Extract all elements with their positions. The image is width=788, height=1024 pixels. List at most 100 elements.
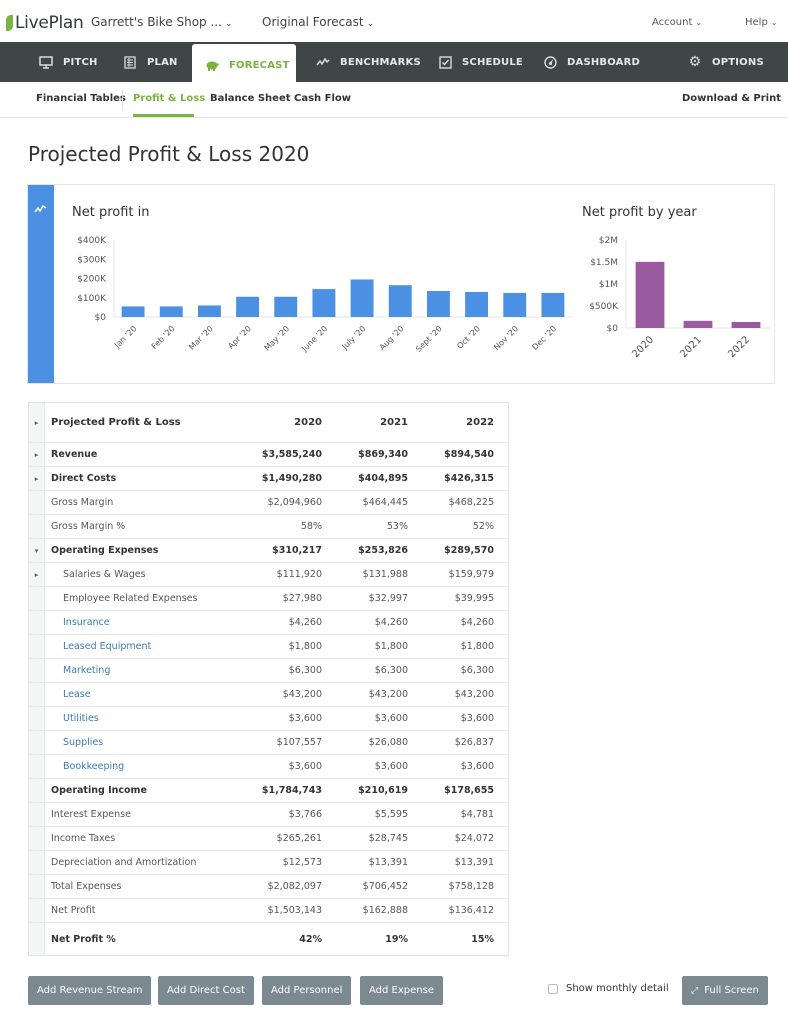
subnav-balance-sheet[interactable]: Balance Sheet <box>210 93 291 104</box>
table-row[interactable]: ▾ Operating Expenses $310,217 $253,826 $289,… <box>29 539 508 563</box>
table-row[interactable]: Insurance $4,260 $4,260 $4,260 <box>29 611 508 635</box>
business-selector[interactable]: Garrett's Bike Shop ... ⌄ <box>91 15 232 29</box>
help-menu[interactable]: Help ⌄ <box>745 17 778 28</box>
row-label: Net Profit % <box>51 933 116 945</box>
bar[interactable] <box>503 292 527 317</box>
row-gutter <box>29 515 45 538</box>
add-personnel-button[interactable]: Add Personnel <box>262 976 352 1005</box>
row-label[interactable]: Utilities <box>45 713 236 724</box>
bar[interactable] <box>731 321 761 328</box>
add-revenue-stream-button[interactable]: Add Revenue Stream <box>28 976 152 1005</box>
profit-loss-table: ▸ Projected Profit & Loss 2020 2021 2022… <box>28 402 509 956</box>
row-value-2022: $468,225 <box>448 497 494 508</box>
bar[interactable] <box>274 296 298 317</box>
expand-arrows-icon: ⤢ <box>691 985 699 996</box>
row-value-2020: $4,260 <box>288 617 322 628</box>
table-row[interactable]: Leased Equipment $1,800 $1,800 $1,800 <box>29 635 508 659</box>
row-value-2021: $4,260 <box>374 617 408 628</box>
row-value-2022: $24,072 <box>454 833 494 844</box>
row-label[interactable]: Insurance <box>45 617 236 628</box>
subnav-cash-flow[interactable]: Cash Flow <box>294 93 351 104</box>
row-value-2021: $13,391 <box>368 857 408 868</box>
table-row[interactable]: ▸ Revenue $3,585,240 $869,340 $894,540 <box>29 443 508 467</box>
table-row[interactable]: Lease $43,200 $43,200 $43,200 <box>29 683 508 707</box>
table-row[interactable]: Marketing $6,300 $6,300 $6,300 <box>29 659 508 683</box>
tab-pitch-label: PITCH <box>63 56 98 68</box>
row-value-2020: $1,503,143 <box>267 905 322 916</box>
bar[interactable] <box>465 291 489 317</box>
bar[interactable] <box>350 279 374 317</box>
table-row[interactable]: Utilities $3,600 $3,600 $3,600 <box>29 707 508 731</box>
bar[interactable] <box>197 305 221 317</box>
row-label[interactable]: Bookkeeping <box>45 761 236 772</box>
liveplan-logo[interactable]: LivePlan <box>6 13 84 33</box>
bar[interactable] <box>121 306 145 317</box>
trend-line-icon <box>34 203 47 216</box>
subnav-financial-tables[interactable]: Financial Tables <box>36 93 126 104</box>
row-value-2022: 52% <box>472 521 494 532</box>
full-screen-button[interactable]: ⤢ Full Screen <box>682 976 768 1005</box>
show-monthly-label: Show monthly detail <box>566 983 669 994</box>
bar[interactable] <box>635 261 665 328</box>
row-gutter <box>29 635 45 658</box>
download-print-link[interactable]: Download & Print <box>682 93 781 104</box>
tab-plan-label: PLAN <box>147 56 178 68</box>
expand-arrow-icon[interactable]: ▸ <box>29 403 45 442</box>
add-direct-cost-button[interactable]: Add Direct Cost <box>158 976 254 1005</box>
table-row[interactable]: Bookkeeping $3,600 $3,600 $3,600 <box>29 755 508 779</box>
x-tick-label: Nov '20 <box>492 324 520 352</box>
row-value-2022: $159,979 <box>448 569 494 580</box>
expand-arrow-icon[interactable]: ▸ <box>29 563 45 586</box>
bar[interactable] <box>159 306 183 317</box>
expand-arrow-icon[interactable]: ▸ <box>29 467 45 490</box>
table-row[interactable]: ▸ Direct Costs $1,490,280 $404,895 $426,315 <box>29 467 508 491</box>
main-nav: PITCH PLAN FORECAST BENCHMARKS SCHEDULE … <box>0 42 788 86</box>
subnav-profit-loss[interactable]: Profit & Loss <box>133 93 205 104</box>
row-label: Salaries & Wages <box>63 569 146 580</box>
table-row[interactable]: ▸ Salaries & Wages $111,920 $131,988 $159,97… <box>29 563 508 587</box>
forecast-selector[interactable]: Original Forecast ⌄ <box>262 15 374 29</box>
tab-dashboard[interactable]: DASHBOARD <box>542 42 640 82</box>
bar[interactable] <box>683 320 713 328</box>
row-label[interactable]: Marketing <box>45 665 236 676</box>
tab-benchmarks[interactable]: BENCHMARKS <box>315 42 421 82</box>
row-value-2022: $4,781 <box>460 809 494 820</box>
tab-options[interactable]: ⚙ OPTIONS <box>687 42 764 82</box>
tab-plan[interactable]: PLAN <box>122 42 178 82</box>
tab-forecast[interactable]: FORECAST <box>192 44 296 86</box>
row-label[interactable]: Leased Equipment <box>45 641 236 652</box>
row-gutter <box>29 491 45 514</box>
row-value-2021: $162,888 <box>362 905 408 916</box>
account-menu[interactable]: Account ⌄ <box>652 17 702 28</box>
y-tick-label: $400K <box>77 236 107 246</box>
add-expense-button[interactable]: Add Expense <box>360 976 443 1005</box>
row-label[interactable]: Lease <box>45 689 236 700</box>
row-gutter <box>29 803 45 826</box>
sub-nav: Financial Tables Profit & Loss Balance S… <box>0 82 788 118</box>
table-row[interactable]: Supplies $107,557 $26,080 $26,837 <box>29 731 508 755</box>
row-value-2022: $26,837 <box>454 737 494 748</box>
document-icon <box>122 55 138 69</box>
row-gutter <box>29 683 45 706</box>
show-monthly-detail-toggle[interactable]: Show monthly detail <box>548 983 669 994</box>
table-row: Depreciation and Amortization $12,573 $13,… <box>29 851 508 875</box>
tab-pitch[interactable]: PITCH <box>38 42 98 82</box>
row-value-2020: $3,600 <box>288 761 322 772</box>
tab-forecast-label: FORECAST <box>229 59 290 71</box>
expand-arrow-icon[interactable]: ▸ <box>29 443 45 466</box>
row-value-2022: $289,570 <box>444 545 494 556</box>
bar[interactable] <box>236 296 260 317</box>
row-gutter <box>29 707 45 730</box>
tab-schedule[interactable]: SCHEDULE <box>437 42 523 82</box>
show-monthly-checkbox[interactable] <box>548 983 558 994</box>
bar[interactable] <box>541 292 565 317</box>
x-tick-label: Apr '20 <box>226 324 253 351</box>
collapse-arrow-icon[interactable]: ▾ <box>29 539 45 562</box>
active-tab-underline <box>133 114 194 117</box>
bar[interactable] <box>426 291 450 317</box>
bar[interactable] <box>388 285 412 317</box>
bar[interactable] <box>312 289 336 317</box>
x-tick-label: Aug '20 <box>378 324 406 352</box>
row-label[interactable]: Supplies <box>45 737 236 748</box>
chevron-down-icon: ⌄ <box>366 19 375 29</box>
